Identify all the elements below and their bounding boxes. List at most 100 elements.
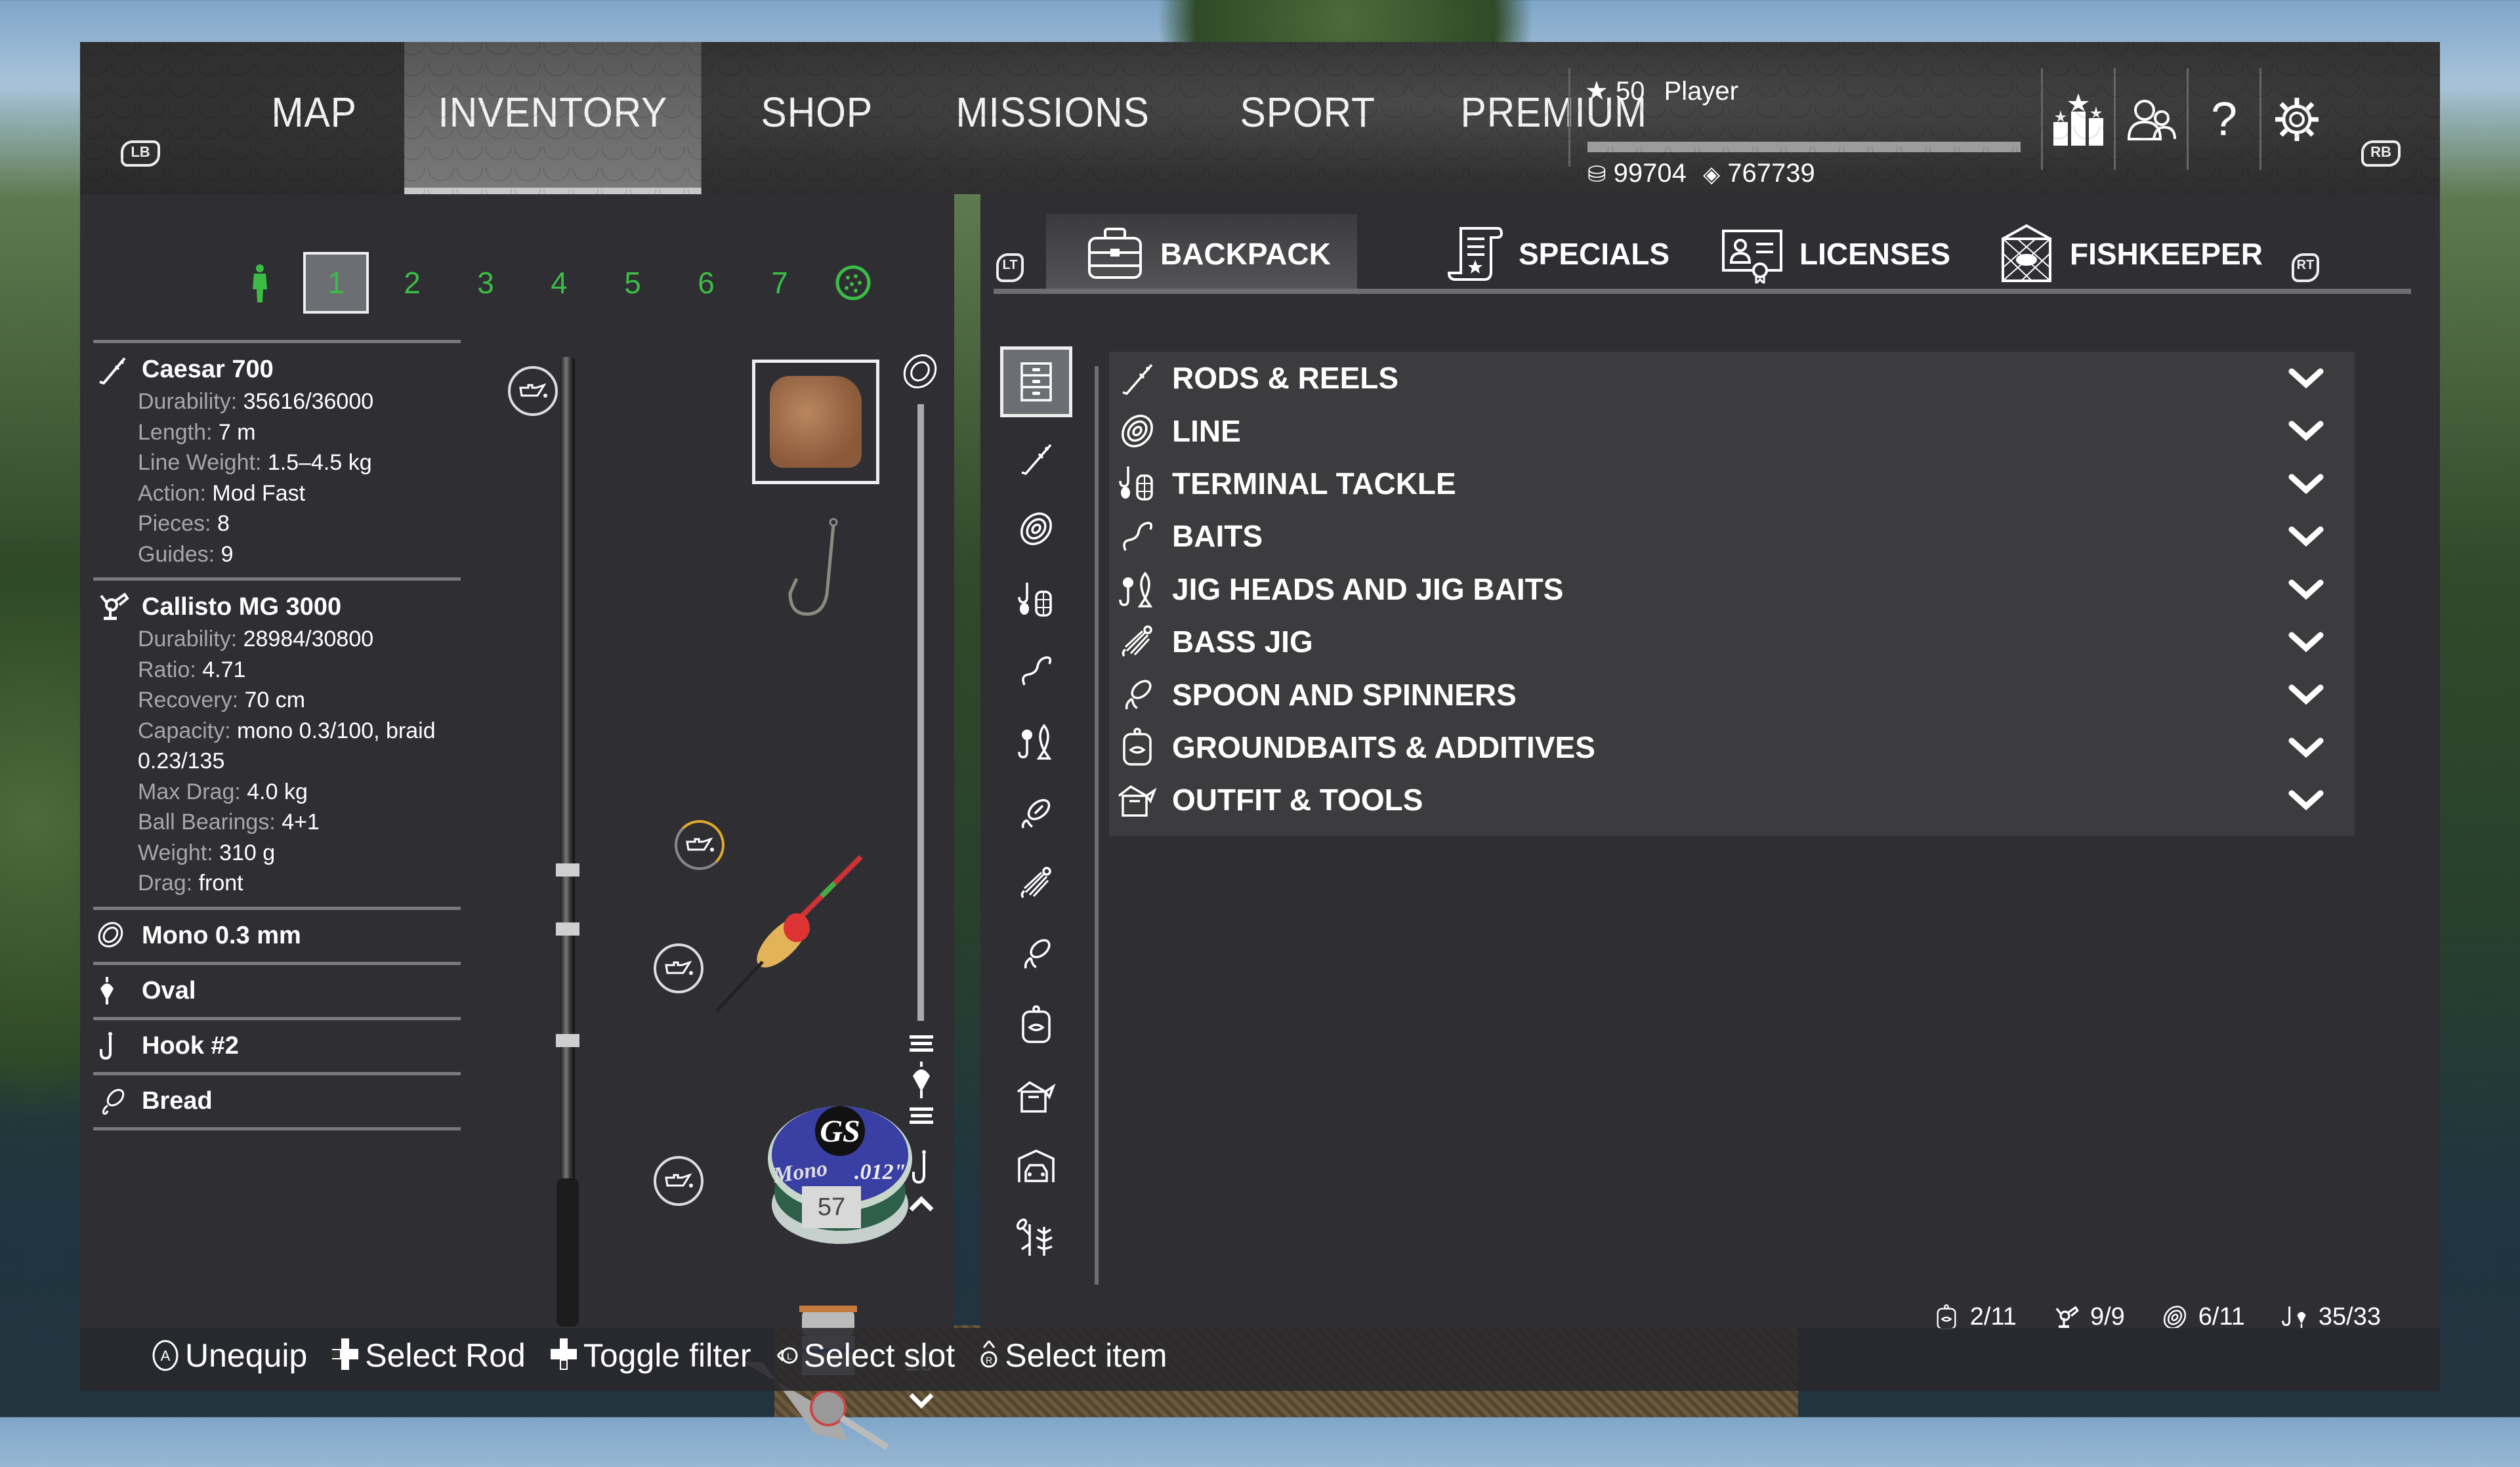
- filter-worm[interactable]: [1000, 635, 1072, 706]
- rb-button-icon[interactable]: RB: [2361, 140, 2401, 167]
- tab-licenses-label: LICENSES: [1799, 237, 1951, 271]
- category-label: TERMINAL TACKLE: [1172, 466, 1456, 501]
- tab-missions[interactable]: MISSIONS: [922, 42, 1183, 194]
- scroll-icon: [1448, 226, 1503, 282]
- filter-bass-jig[interactable]: [1000, 848, 1072, 919]
- filter-groundbait[interactable]: [1000, 989, 1072, 1060]
- chevron-down-icon[interactable]: [2288, 419, 2324, 442]
- stat-label: Pieces:: [138, 511, 211, 536]
- spoon-icon: [1018, 936, 1055, 972]
- rod-slot-3[interactable]: 3: [449, 254, 522, 312]
- stat-value: 310 g: [213, 840, 276, 865]
- filter-terminal-tackle[interactable]: [1000, 564, 1072, 635]
- lt-button-icon[interactable]: LT: [996, 253, 1024, 282]
- bait-slot[interactable]: [752, 360, 879, 484]
- chevron-down-icon[interactable]: [2288, 366, 2324, 390]
- rod-slot-1[interactable]: 1: [303, 252, 369, 314]
- category-item[interactable]: JIG HEADS AND JIG BAITS: [1109, 563, 2355, 615]
- settings-icon[interactable]: [2259, 68, 2332, 170]
- quantity-down-button[interactable]: [908, 1392, 934, 1409]
- filter-column: [1000, 346, 1072, 1273]
- rod-maintenance-button[interactable]: [508, 366, 558, 416]
- chevron-down-icon[interactable]: [2288, 577, 2324, 601]
- filter-rod[interactable]: [1000, 423, 1072, 493]
- rod-slot-4[interactable]: 4: [522, 254, 596, 312]
- stat-row: Line Weight: 1.5–4.5 kg: [93, 447, 461, 478]
- hint-unequip[interactable]: A Unequip: [151, 1336, 307, 1374]
- hint-select-item[interactable]: R Select item: [978, 1336, 1167, 1374]
- angler-icon[interactable]: [223, 254, 297, 312]
- help-icon[interactable]: ?: [2187, 68, 2259, 170]
- line-slot[interactable]: GS Mono .012" 0.3mm: [763, 1100, 927, 1257]
- tab-fishkeeper[interactable]: FISHKEEPER: [1999, 214, 2263, 294]
- float-slot[interactable]: [704, 850, 874, 1021]
- tab-map[interactable]: MAP: [238, 42, 390, 194]
- leaderboard-icon[interactable]: [2041, 68, 2114, 170]
- filter-garage-car[interactable]: [1000, 1131, 1072, 1202]
- rod-setup-panel: 1 2 3 4 5 6 7 Caesar 700 Durability: 356…: [80, 194, 954, 1451]
- stat-value: 1.5–4.5 kg: [261, 450, 372, 475]
- category-item[interactable]: RODS & REELS: [1109, 352, 2355, 404]
- lure-icon: [97, 1086, 134, 1116]
- category-item[interactable]: OUTFIT & TOOLS: [1109, 774, 2355, 826]
- groundbait-icon: [1933, 1304, 1960, 1331]
- rt-button-icon[interactable]: RT: [2292, 253, 2319, 282]
- stat-value: 8: [211, 511, 230, 536]
- hint-label: Unequip: [185, 1337, 308, 1374]
- category-item[interactable]: BASS JIG: [1109, 615, 2355, 668]
- filter-spoon[interactable]: [1000, 919, 1072, 989]
- tab-specials[interactable]: SPECIALS: [1448, 214, 1670, 294]
- stat-label: Capacity:: [138, 718, 231, 743]
- stat-row: Ratio: 4.71: [93, 655, 461, 686]
- svg-text:R: R: [986, 1355, 992, 1365]
- rod-slot-7[interactable]: 7: [743, 254, 816, 312]
- stat-row: Durability: 28984/30800: [93, 624, 461, 655]
- chevron-down-icon[interactable]: [2288, 735, 2324, 759]
- chevron-down-icon[interactable]: [2288, 788, 2324, 812]
- capacity-counters: 2/11 9/9 6/11 35/33: [1933, 1303, 2381, 1331]
- hint-toggle-filter[interactable]: Toggle filter: [549, 1336, 751, 1375]
- hint-select-rod[interactable]: Select Rod: [331, 1336, 526, 1375]
- filter-outfit-box[interactable]: [1000, 1060, 1072, 1131]
- chevron-down-icon[interactable]: [2288, 682, 2324, 706]
- filter-plants[interactable]: [1000, 1202, 1072, 1273]
- rod-slot-5[interactable]: 5: [596, 254, 669, 312]
- stat-row: Drag: front: [93, 868, 461, 899]
- hook-slot[interactable]: [770, 516, 849, 627]
- stat-row: Pieces: 8: [93, 508, 461, 539]
- rod-slot-2[interactable]: 2: [375, 254, 449, 312]
- chevron-down-icon[interactable]: [2288, 630, 2324, 653]
- stat-row: Action: Mod Fast: [93, 478, 461, 509]
- filter-line-spool[interactable]: [1000, 493, 1072, 564]
- tab-backpack[interactable]: BACKPACK: [1046, 214, 1357, 294]
- fish-net-slot-icon[interactable]: [816, 254, 890, 312]
- category-item[interactable]: GROUNDBAITS & ADDITIVES: [1109, 721, 2355, 774]
- rod-ferrule: [556, 922, 579, 936]
- category-item[interactable]: LINE: [1109, 404, 2355, 457]
- filter-lure[interactable]: [1000, 777, 1072, 848]
- plants-icon: [1017, 1218, 1056, 1257]
- tab-shop[interactable]: SHOP: [727, 42, 907, 194]
- category-item[interactable]: TERMINAL TACKLE: [1109, 457, 2355, 510]
- hint-select-slot[interactable]: L Select slot: [775, 1336, 955, 1374]
- chevron-down-icon[interactable]: [2288, 524, 2324, 548]
- info-divider: [93, 1126, 461, 1130]
- tab-licenses[interactable]: LICENSES: [1721, 214, 1950, 294]
- stat-label: Length:: [138, 419, 213, 445]
- chevron-down-icon[interactable]: [2288, 472, 2324, 495]
- friends-icon[interactable]: [2114, 68, 2187, 170]
- category-item[interactable]: BAITS: [1109, 510, 2355, 562]
- rod-slot-6[interactable]: 6: [669, 254, 743, 312]
- line-maintenance-button[interactable]: [654, 943, 704, 993]
- tab-inventory[interactable]: INVENTORY: [404, 42, 702, 194]
- lb-button-icon[interactable]: LB: [121, 140, 160, 167]
- tab-sport[interactable]: SPORT: [1206, 42, 1409, 194]
- quantity-up-button[interactable]: [908, 1195, 934, 1212]
- filter-jig[interactable]: [1000, 706, 1072, 777]
- reel-maintenance-button[interactable]: [654, 1156, 704, 1206]
- category-label: OUTFIT & TOOLS: [1172, 783, 1423, 817]
- category-item[interactable]: SPOON AND SPINNERS: [1109, 668, 2355, 720]
- capacity-value: 35/33: [2318, 1303, 2381, 1331]
- filter-all-items[interactable]: [1000, 346, 1072, 417]
- stat-label: Max Drag:: [138, 779, 241, 804]
